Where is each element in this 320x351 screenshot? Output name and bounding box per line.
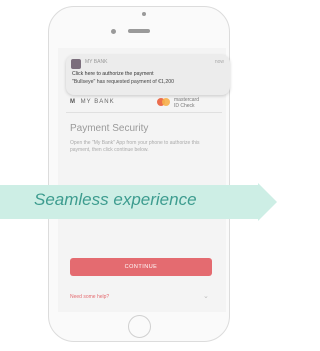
notification-body: "Bullseye" has requested payment of €1,2…: [72, 79, 175, 85]
push-notification[interactable]: MY BANK now Click here to authorize the …: [66, 55, 230, 95]
mastercard-text: mastercard ID Check: [174, 97, 199, 109]
notification-time: now: [214, 59, 224, 65]
phone-speaker: [128, 29, 150, 33]
notification-title: Click here to authorize the payment: [72, 71, 154, 77]
bank-logo: M MY BANK: [70, 99, 115, 105]
mastercard-line2: ID Check: [174, 103, 195, 109]
home-button[interactable]: [128, 315, 151, 338]
continue-button[interactable]: CONTINUE: [70, 258, 212, 276]
bank-logo-mark: M: [70, 99, 76, 105]
mastercard-yellow-circle: [162, 98, 170, 106]
app-icon: [71, 59, 81, 69]
header-divider: [66, 112, 222, 113]
notification-app-name: MY BANK: [85, 59, 108, 65]
chevron-down-icon[interactable]: ⌄: [203, 292, 209, 300]
bank-name: MY BANK: [80, 99, 115, 105]
phone-camera: [111, 29, 116, 34]
page-description: Open the "My Bank" App from your phone t…: [70, 140, 200, 153]
page-title: Payment Security: [70, 123, 149, 134]
banner-text: Seamless experience: [34, 190, 197, 209]
phone-sensor-dot: [142, 12, 146, 16]
help-link[interactable]: Need some help?: [70, 294, 109, 300]
